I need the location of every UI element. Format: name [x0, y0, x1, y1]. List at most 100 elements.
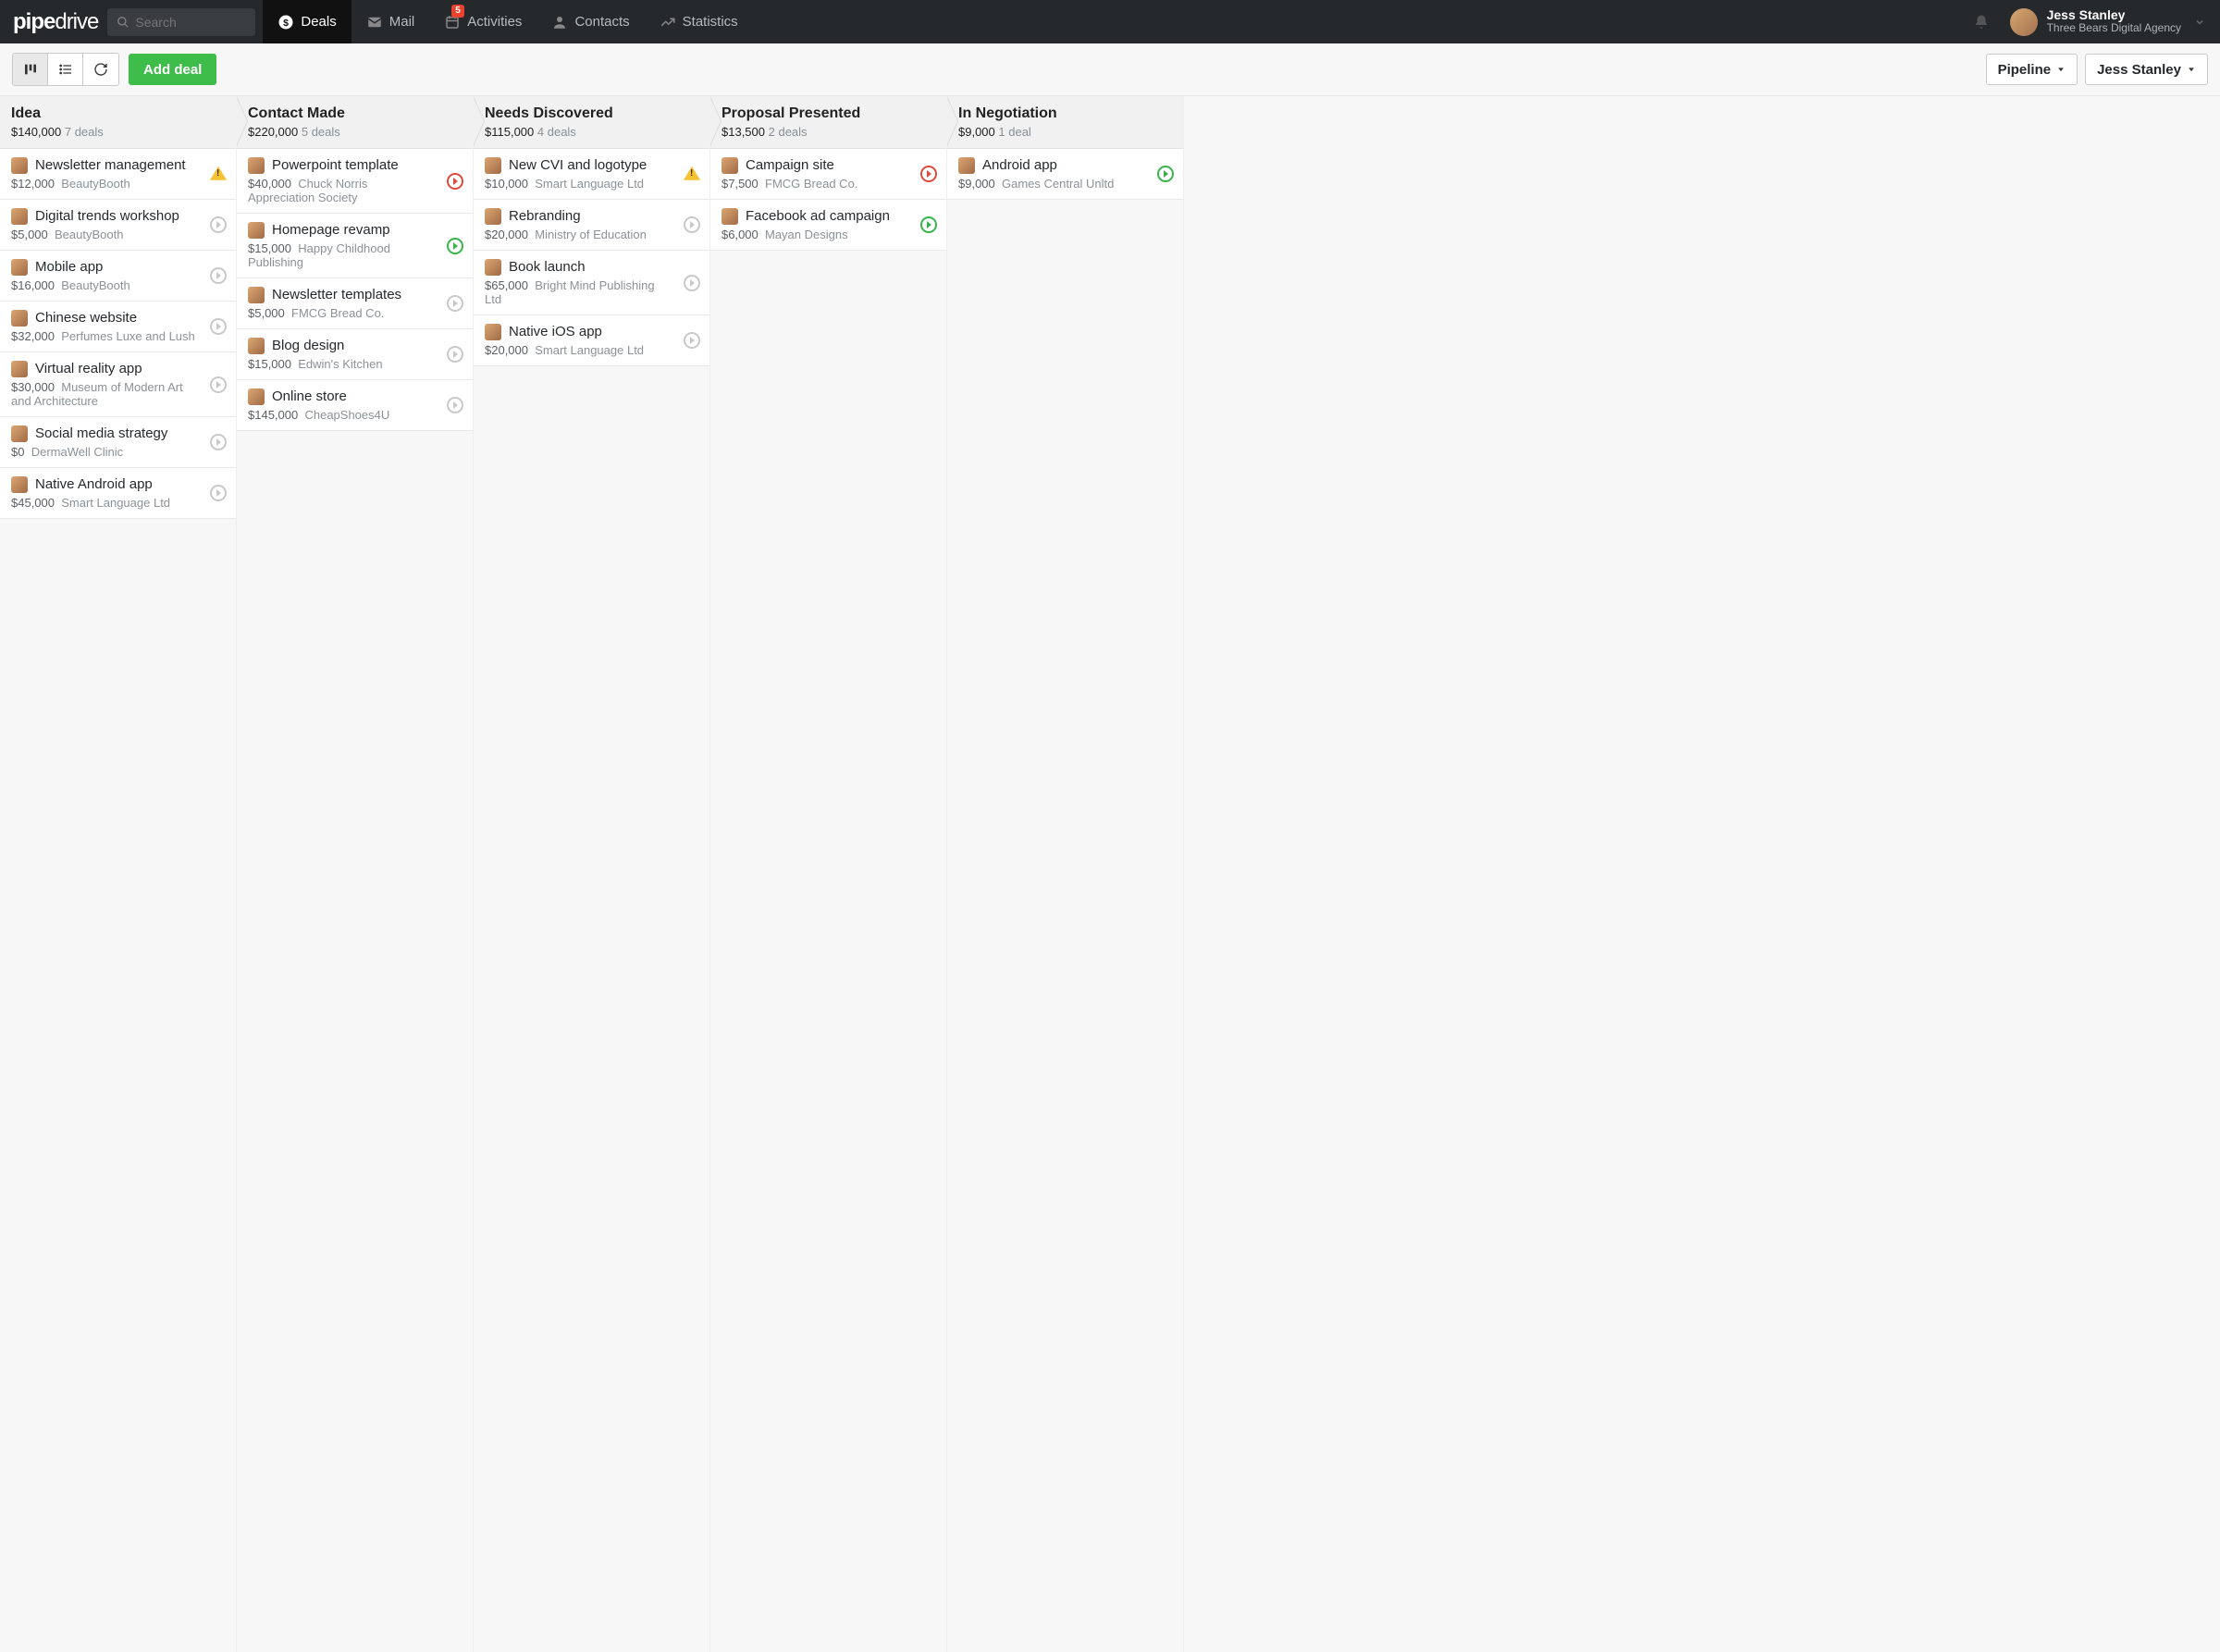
- activity-status-icon[interactable]: [684, 332, 700, 349]
- search-box[interactable]: [107, 8, 255, 36]
- stage-total: $115,000: [485, 125, 534, 139]
- nav-items: $ Deals Mail 5 Activities Contacts Stati…: [263, 0, 752, 43]
- warning-icon[interactable]: [684, 166, 700, 180]
- owner-avatar: [248, 222, 265, 239]
- caret-down-icon: [2187, 65, 2196, 74]
- activity-status-icon[interactable]: [447, 238, 463, 254]
- top-nav: pipedrive $ Deals Mail 5 Activities Cont…: [0, 0, 2220, 43]
- mail-icon: [366, 14, 383, 31]
- activity-status-icon[interactable]: [210, 376, 227, 393]
- activity-status-icon[interactable]: [920, 166, 937, 182]
- stage-header[interactable]: Needs Discovered$115,000 4 deals: [474, 96, 709, 149]
- deal-amount: $5,000: [248, 306, 285, 320]
- deal-amount: $65,000: [485, 278, 528, 292]
- activity-status-icon[interactable]: [210, 318, 227, 335]
- forecast-view-button[interactable]: [83, 54, 118, 85]
- search-input[interactable]: [135, 15, 228, 30]
- deal-card[interactable]: Social media strategy$0 DermaWell Clinic: [0, 417, 236, 468]
- pipeline-dropdown[interactable]: Pipeline: [1986, 54, 2078, 85]
- deal-amount: $0: [11, 445, 24, 459]
- deal-meta: $5,000 FMCG Bread Co.: [248, 306, 436, 320]
- deal-card[interactable]: Android app$9,000 Games Central Unltd: [947, 149, 1183, 200]
- activity-status-icon[interactable]: [684, 216, 700, 233]
- activity-status-icon[interactable]: [210, 434, 227, 450]
- activity-status-icon[interactable]: [447, 295, 463, 312]
- owner-dropdown-label: Jess Stanley: [2097, 62, 2181, 78]
- add-deal-button[interactable]: Add deal: [129, 54, 216, 85]
- nav-contacts[interactable]: Contacts: [536, 0, 644, 43]
- deal-card[interactable]: Online store$145,000 CheapShoes4U: [237, 380, 473, 431]
- activity-status-icon[interactable]: [447, 346, 463, 363]
- kanban-icon: [23, 62, 38, 77]
- deal-card[interactable]: New CVI and logotype$10,000 Smart Langua…: [474, 149, 709, 200]
- nav-mail-label: Mail: [389, 14, 415, 30]
- user-org: Three Bears Digital Agency: [2047, 21, 2181, 34]
- activity-status-icon[interactable]: [684, 275, 700, 291]
- deal-org: BeautyBooth: [55, 228, 123, 241]
- deal-card[interactable]: Powerpoint template$40,000 Chuck Norris …: [237, 149, 473, 214]
- stage-body: Campaign site$7,500 FMCG Bread Co.Facebo…: [710, 149, 946, 1652]
- deal-card[interactable]: Blog design$15,000 Edwin's Kitchen: [237, 329, 473, 380]
- activity-status-icon[interactable]: [447, 173, 463, 190]
- user-name: Jess Stanley: [2047, 8, 2181, 21]
- pipeline-view-button[interactable]: [13, 54, 48, 85]
- activity-status-icon[interactable]: [210, 267, 227, 284]
- search-icon: [117, 16, 130, 29]
- deal-amount: $145,000: [248, 408, 298, 422]
- deal-amount: $20,000: [485, 343, 528, 357]
- stage-header[interactable]: Idea$140,000 7 deals: [0, 96, 236, 149]
- owner-avatar: [248, 287, 265, 303]
- deal-card[interactable]: Newsletter management$12,000 BeautyBooth: [0, 149, 236, 200]
- deal-amount: $5,000: [11, 228, 48, 241]
- deal-card[interactable]: Newsletter templates$5,000 FMCG Bread Co…: [237, 278, 473, 329]
- nav-statistics[interactable]: Statistics: [645, 0, 753, 43]
- deal-card[interactable]: Mobile app$16,000 BeautyBooth: [0, 251, 236, 302]
- deal-title: Native Android app: [35, 476, 153, 492]
- deal-card[interactable]: Digital trends workshop$5,000 BeautyBoot…: [0, 200, 236, 251]
- owner-dropdown[interactable]: Jess Stanley: [2085, 54, 2208, 85]
- deal-card[interactable]: Homepage revamp$15,000 Happy Childhood P…: [237, 214, 473, 278]
- deal-card[interactable]: Virtual reality app$30,000 Museum of Mod…: [0, 352, 236, 417]
- deal-card[interactable]: Campaign site$7,500 FMCG Bread Co.: [710, 149, 946, 200]
- deal-meta: $6,000 Mayan Designs: [722, 228, 909, 241]
- stage-header[interactable]: In Negotiation$9,000 1 deal: [947, 96, 1183, 149]
- pipeline-dropdown-label: Pipeline: [1998, 62, 2052, 78]
- deal-meta: $12,000 BeautyBooth: [11, 177, 199, 191]
- nav-deals[interactable]: $ Deals: [263, 0, 351, 43]
- user-menu[interactable]: Jess Stanley Three Bears Digital Agency: [2010, 8, 2205, 36]
- deal-meta: $32,000 Perfumes Luxe and Lush: [11, 329, 199, 343]
- notifications-button[interactable]: [1973, 14, 1990, 31]
- stage-total: $13,500: [722, 125, 765, 139]
- activity-status-icon[interactable]: [210, 485, 227, 501]
- deal-card[interactable]: Book launch$65,000 Bright Mind Publishin…: [474, 251, 709, 315]
- deal-card[interactable]: Native iOS app$20,000 Smart Language Ltd: [474, 315, 709, 366]
- stage-header[interactable]: Proposal Presented$13,500 2 deals: [710, 96, 946, 149]
- logo[interactable]: pipedrive: [13, 9, 98, 35]
- owner-avatar: [11, 157, 28, 174]
- deal-card[interactable]: Rebranding$20,000 Ministry of Education: [474, 200, 709, 251]
- svg-text:$: $: [283, 17, 289, 28]
- nav-activities[interactable]: 5 Activities: [429, 0, 536, 43]
- stage-column: Idea$140,000 7 dealsNewsletter managemen…: [0, 96, 237, 1652]
- deal-card[interactable]: Chinese website $32,000 Perfumes Luxe and…: [0, 302, 236, 352]
- stage-count: 2 deals: [769, 125, 808, 139]
- activity-status-icon[interactable]: [1157, 166, 1174, 182]
- stage-column: Needs Discovered$115,000 4 dealsNew CVI …: [474, 96, 710, 1652]
- list-view-button[interactable]: [48, 54, 83, 85]
- stage-header[interactable]: Contact Made$220,000 5 deals: [237, 96, 473, 149]
- owner-avatar: [485, 324, 501, 340]
- activity-status-icon[interactable]: [210, 216, 227, 233]
- deal-meta: $20,000 Ministry of Education: [485, 228, 672, 241]
- activity-status-icon[interactable]: [920, 216, 937, 233]
- warning-icon[interactable]: [210, 166, 227, 180]
- activity-status-icon[interactable]: [447, 397, 463, 413]
- stage-summary: $115,000 4 deals: [485, 125, 698, 139]
- deal-title: Chinese website: [35, 310, 137, 326]
- nav-mail[interactable]: Mail: [352, 0, 430, 43]
- deal-card[interactable]: Facebook ad campaign$6,000 Mayan Designs: [710, 200, 946, 251]
- deal-card[interactable]: Native Android app$45,000 Smart Language…: [0, 468, 236, 519]
- deal-org: DermaWell Clinic: [31, 445, 123, 459]
- contacts-icon: [551, 14, 568, 31]
- deal-amount: $7,500: [722, 177, 758, 191]
- owner-avatar: [485, 157, 501, 174]
